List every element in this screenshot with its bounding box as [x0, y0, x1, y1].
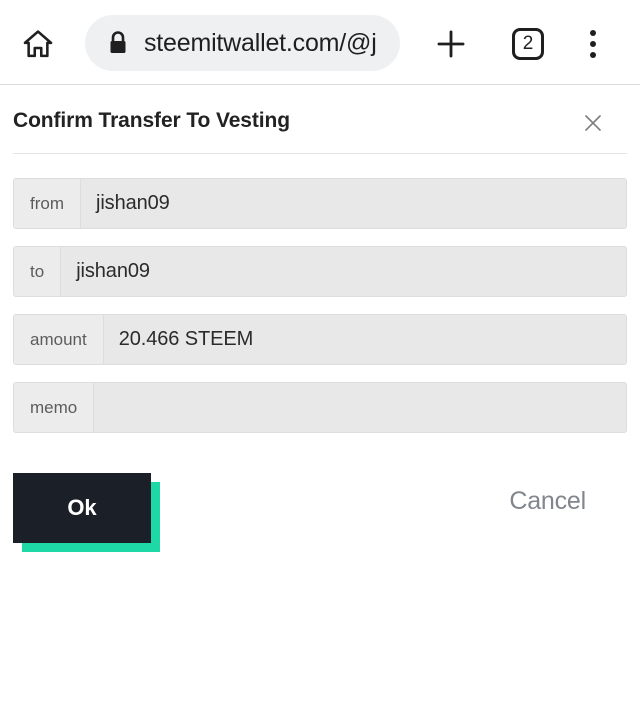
browser-toolbar: steemitwallet.com/@j 2	[0, 0, 640, 85]
field-label-from: from	[14, 179, 81, 228]
field-row-from: from jishan09	[13, 178, 627, 229]
tab-switcher-button[interactable]: 2	[505, 21, 551, 67]
field-row-to: to jishan09	[13, 246, 627, 297]
tab-count-badge: 2	[512, 28, 544, 60]
lock-icon	[107, 30, 129, 56]
field-value-to: jishan09	[61, 247, 626, 296]
overflow-menu-button[interactable]	[572, 21, 614, 67]
new-tab-button[interactable]	[428, 21, 474, 67]
field-row-memo: memo	[13, 382, 627, 433]
modal-actions: Ok Cancel	[13, 473, 627, 563]
transfer-details-form: from jishan09 to jishan09 amount 20.466 …	[13, 154, 627, 433]
url-bar[interactable]: steemitwallet.com/@j	[85, 15, 400, 71]
page-content: Confirm Transfer To Vesting from jishan0…	[0, 85, 640, 711]
home-icon	[23, 30, 53, 58]
modal-header: Confirm Transfer To Vesting	[13, 85, 627, 153]
plus-icon	[437, 30, 465, 58]
close-icon	[585, 115, 601, 131]
field-value-memo	[94, 383, 626, 432]
overflow-menu-icon-dot	[590, 30, 596, 36]
page-title: Confirm Transfer To Vesting	[13, 109, 290, 132]
field-label-to: to	[14, 247, 62, 296]
url-text: steemitwallet.com/@j	[144, 28, 377, 57]
cancel-button[interactable]: Cancel	[509, 487, 586, 516]
field-row-amount: amount 20.466 STEEM	[13, 314, 627, 365]
field-label-memo: memo	[14, 383, 95, 432]
overflow-menu-icon-dot	[590, 52, 596, 58]
field-value-amount: 20.466 STEEM	[103, 315, 626, 364]
confirm-button-wrap: Ok	[13, 473, 160, 552]
home-button[interactable]	[16, 22, 60, 66]
field-value-from: jishan09	[81, 179, 626, 228]
field-label-amount: amount	[14, 315, 104, 364]
overflow-menu-icon-dot	[590, 41, 596, 47]
confirm-button[interactable]: Ok	[13, 473, 151, 543]
close-button[interactable]	[576, 106, 610, 140]
